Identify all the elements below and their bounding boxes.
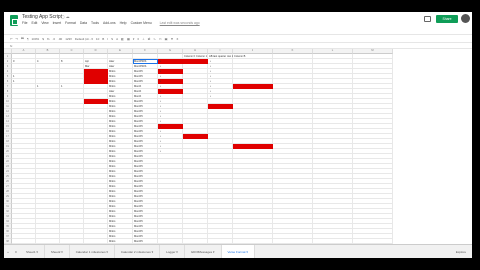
highlight-block-d2[interactable] xyxy=(84,99,108,104)
sheet-tab[interactable]: Sheet1 ▾ xyxy=(20,244,45,258)
sheet-tab-bar: + ≡ Sheet1 ▾ Sheet2 ▾ Calendar 1 milestone… xyxy=(4,244,472,258)
title-bar: Testing App Script ☆ ▢ ☁ File Edit View Ins… xyxy=(4,12,472,34)
toolbar-button[interactable]: ↶ xyxy=(10,37,13,41)
menu-item-edit[interactable]: Edit xyxy=(31,21,37,25)
share-button[interactable]: Share xyxy=(436,15,458,23)
toolbar-button[interactable]: ▼ xyxy=(170,37,173,41)
highlight-block-j2[interactable] xyxy=(233,144,273,149)
sheet-grid[interactable]: A B C D E F G H I J K L M 1 2 3 4 5 6 7 8 9 10 11 12 13 14 15 16 17 18… xyxy=(4,49,472,244)
last-edit-link[interactable]: Last edit was seconds ago xyxy=(160,21,200,25)
active-cell-selection[interactable] xyxy=(133,59,158,64)
all-sheets-icon[interactable]: ≡ xyxy=(12,250,20,254)
toolbar-button[interactable]: ⇌ xyxy=(148,37,151,41)
highlight-block-d[interactable] xyxy=(84,69,108,84)
sheet-tab[interactable]: Verse Format ▾ xyxy=(221,244,255,258)
toolbar-button[interactable]: ¶ xyxy=(27,37,29,41)
title-actions-icons[interactable]: ☆ ▢ ☁ xyxy=(56,14,70,19)
toolbar-button[interactable]: ∿ xyxy=(153,37,156,41)
toolbar-button[interactable]: ▦ xyxy=(127,37,130,41)
highlight-block-gh[interactable] xyxy=(158,59,208,64)
menu-item-format[interactable]: Format xyxy=(65,21,76,25)
sheets-logo-icon[interactable] xyxy=(10,15,18,26)
toolbar-button[interactable]: Default (Ar...▾ xyxy=(75,37,93,41)
toolbar-button[interactable]: Σ xyxy=(176,37,178,41)
menu-item-tools[interactable]: Tools xyxy=(91,21,99,25)
sheet-tab[interactable]: Sheet2 ▾ xyxy=(45,244,70,258)
toolbar-button[interactable]: ≡ xyxy=(137,37,139,41)
toolbar-button[interactable]: % xyxy=(47,37,50,41)
fx-icon: fx xyxy=(10,43,13,48)
toolbar-button[interactable]: ◧ xyxy=(121,37,124,41)
cell-value[interactable]: 1 xyxy=(12,79,36,84)
toolbar-button[interactable]: 123▾ xyxy=(65,37,72,41)
toolbar-button[interactable]: 10 xyxy=(96,37,99,41)
toolbar-button[interactable]: B xyxy=(102,37,104,41)
comment-icon[interactable] xyxy=(424,16,431,22)
toolbar-button[interactable]: ↷ xyxy=(16,37,19,41)
toolbar-button[interactable]: 🖶 xyxy=(21,36,24,41)
menu-item-data[interactable]: Data xyxy=(80,21,87,25)
highlight-block-h[interactable] xyxy=(183,134,208,139)
menu-item-file[interactable]: File xyxy=(22,21,27,25)
formula-bar[interactable]: fx xyxy=(4,42,472,49)
toolbar-button[interactable]: 100% xyxy=(32,37,40,41)
dot-marker: • xyxy=(210,95,211,98)
toolbar-button[interactable]: .0 xyxy=(53,37,56,41)
menu-item-insert[interactable]: Insert xyxy=(53,21,61,25)
dot-marker: • xyxy=(160,150,161,153)
toolbar-button[interactable]: ▾ xyxy=(133,37,135,41)
add-sheet-icon[interactable]: + xyxy=(4,250,12,254)
toolbar-button[interactable]: ⊥ xyxy=(142,37,145,41)
avatar[interactable] xyxy=(461,14,470,23)
sheet-tab[interactable]: GDOfMessages ▾ xyxy=(185,244,222,258)
highlight-block-j[interactable] xyxy=(233,84,273,89)
toolbar-button[interactable]: ▭ xyxy=(159,37,162,41)
toolbar-button[interactable]: $ xyxy=(42,37,44,41)
menu-item-view[interactable]: View xyxy=(41,21,48,25)
menu-item-help[interactable]: Help xyxy=(120,21,127,25)
cell-value[interactable]: 1 xyxy=(36,84,60,89)
toolbar-button[interactable]: I xyxy=(107,37,108,41)
cell-value[interactable]: Column B xyxy=(233,54,273,59)
cell-value[interactable]: 8 xyxy=(60,59,84,64)
spreadsheet-window: Testing App Script ☆ ▢ ☁ File Edit View Ins… xyxy=(4,12,472,258)
toolbar-button[interactable]: A xyxy=(116,37,118,41)
sheet-tab[interactable]: Logger ▾ xyxy=(160,244,185,258)
menu-bar: File Edit View Insert Format Data Tools Add-ons… xyxy=(22,21,200,25)
toolbar-button[interactable]: S xyxy=(111,37,113,41)
highlight-block-i[interactable] xyxy=(208,104,233,109)
menu-item-custom-menu[interactable]: Custom Menu xyxy=(131,21,152,25)
formatting-toolbar: ↶ ↷ 🖶 ¶ 100% $% .0.00 123▾ Default (Ar...▾ 10 B I S A… xyxy=(4,34,472,42)
sheet-tab[interactable]: Calendar 1 milestones ▾ xyxy=(70,244,115,258)
toolbar-button[interactable]: .00 xyxy=(58,37,62,41)
sheet-tab[interactable]: Calendar 2 milestones ▾ xyxy=(115,244,161,258)
toolbar-button[interactable]: ▣ xyxy=(165,37,168,41)
cell-value[interactable]: 4 xyxy=(36,59,60,64)
cell-value[interactable]: 0 xyxy=(12,59,36,64)
menu-item-add-ons[interactable]: Add-ons xyxy=(103,21,116,25)
cell-value[interactable]: 1 xyxy=(60,84,84,89)
explore-button[interactable]: Explore xyxy=(456,250,472,254)
